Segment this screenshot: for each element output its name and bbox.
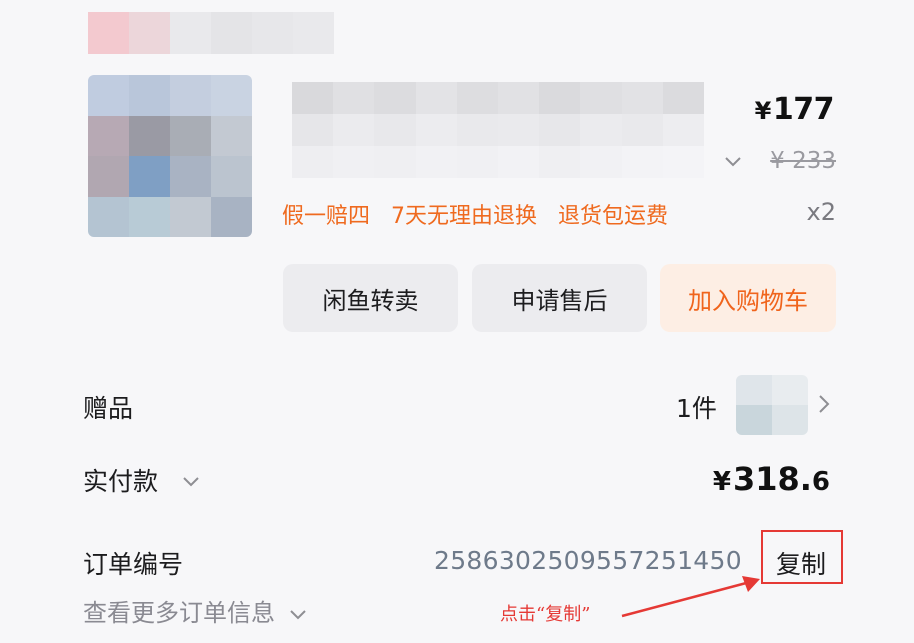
copy-button[interactable]: 复制 <box>776 545 826 581</box>
paid-label[interactable]: 实付款 <box>83 462 158 498</box>
annotation-text: 点击“复制” <box>500 604 591 625</box>
order-card: ¥177 ¥ 233 假一赔四 7天无理由退换 退货包运费 x2 闲鱼转卖 申请… <box>0 0 914 643</box>
more-order-info-label: 查看更多订单信息 <box>83 599 275 627</box>
paid-amount-dec: 6 <box>811 467 830 497</box>
price-currency: ¥ <box>754 97 772 125</box>
after-sales-button[interactable]: 申请售后 <box>472 264 647 332</box>
chevron-down-icon[interactable] <box>180 470 202 492</box>
price-value: 177 <box>772 92 835 127</box>
product-thumbnail[interactable] <box>88 75 252 237</box>
paid-currency: ¥ <box>712 467 731 497</box>
add-to-cart-button[interactable]: 加入购物车 <box>660 264 836 332</box>
service-tags: 假一赔四 7天无理由退换 退货包运费 <box>282 198 682 230</box>
chevron-right-icon[interactable] <box>814 392 834 416</box>
product-price: ¥177 <box>754 92 835 127</box>
gift-thumbnail[interactable] <box>736 375 808 435</box>
chevron-down-icon[interactable] <box>722 150 744 172</box>
paid-amount-int: 318. <box>732 460 812 498</box>
annotation-arrow-icon <box>621 576 760 618</box>
paid-amount: ¥318.6 <box>713 460 830 498</box>
chevron-down-icon <box>289 610 306 620</box>
gift-count[interactable]: 1件 <box>676 389 717 425</box>
shop-name-blurred[interactable] <box>88 12 334 54</box>
more-order-info-link[interactable]: 查看更多订单信息 <box>83 593 309 628</box>
tag-7day-return: 7天无理由退换 <box>391 204 538 229</box>
original-price: ¥ 233 <box>770 148 836 174</box>
resell-button[interactable]: 闲鱼转卖 <box>283 264 458 332</box>
product-title-blurred[interactable] <box>292 82 704 178</box>
gift-label: 赠品 <box>83 394 134 423</box>
tag-free-return-shipping: 退货包运费 <box>558 204 669 229</box>
order-number-label: 订单编号 <box>83 550 184 579</box>
quantity: x2 <box>806 198 836 226</box>
tag-fake-compensation: 假一赔四 <box>282 204 371 229</box>
